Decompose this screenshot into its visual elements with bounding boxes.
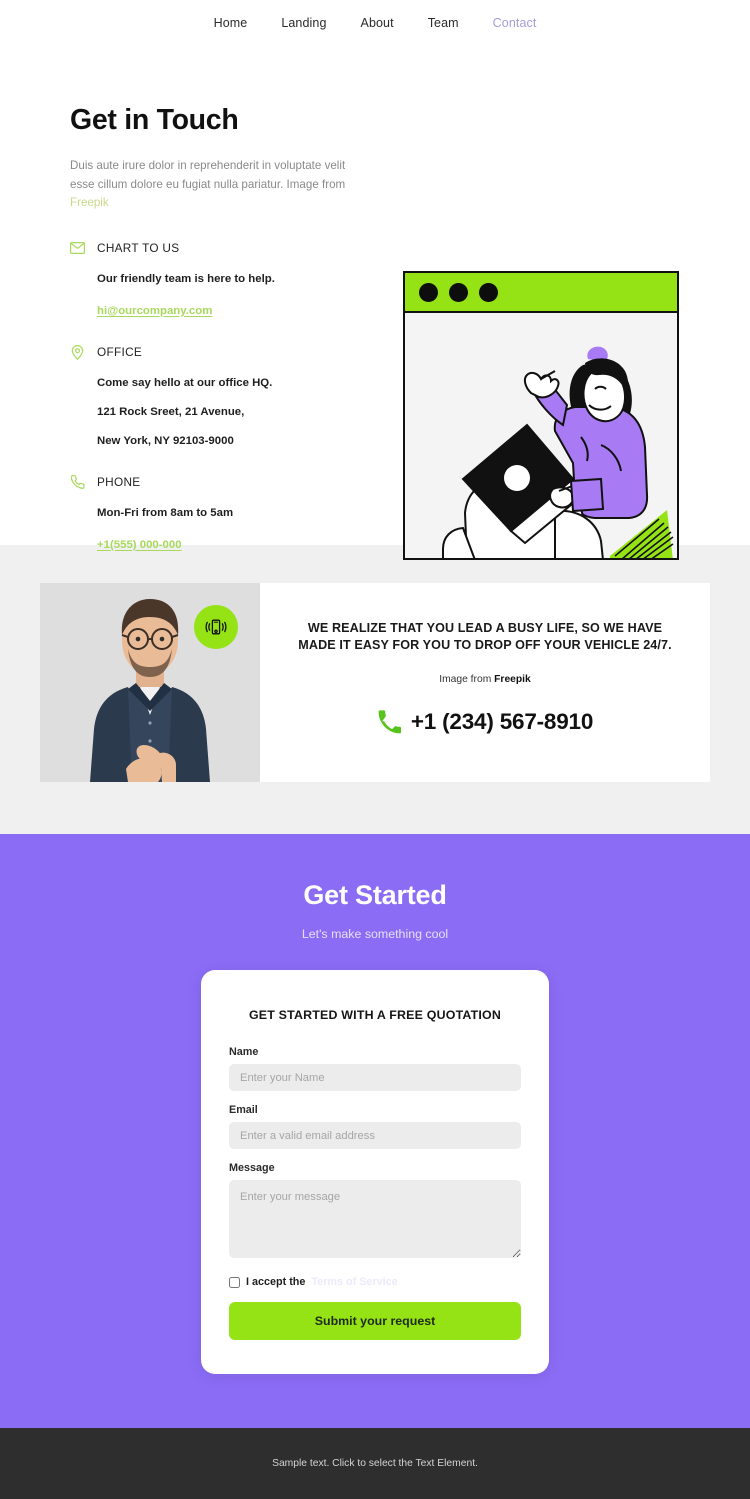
contact-body: Our friendly team is here to help. hi@ou… — [70, 272, 370, 319]
promo-section: WE REALIZE THAT YOU LEAD A BUSY LIFE, SO… — [0, 545, 750, 834]
form-title: GET STARTED WITH A FREE QUOTATION — [248, 1008, 502, 1022]
message-textarea[interactable] — [229, 1180, 521, 1258]
nav-item-home[interactable]: Home — [214, 16, 248, 30]
email-input[interactable] — [229, 1122, 521, 1149]
contact-item-phone: PHONE Mon-Fri from 8am to 5am +1(555) 00… — [70, 475, 370, 553]
vibrating-phone-icon — [205, 619, 227, 635]
promo-headline: WE REALIZE THAT YOU LEAD A BUSY LIFE, SO… — [298, 621, 672, 652]
map-pin-icon — [70, 344, 85, 360]
accept-terms-label: I accept the — [246, 1276, 306, 1288]
contact-body: Mon-Fri from 8am to 5am +1(555) 000-000 — [70, 506, 370, 553]
nav-item-team[interactable]: Team — [428, 16, 459, 30]
field-name: Name — [229, 1046, 521, 1091]
terms-acceptance-row: I accept the Terms of Service — [229, 1276, 521, 1288]
contact-list: CHART TO US Our friendly team is here to… — [70, 241, 370, 553]
promo-phone[interactable]: +1 (234) 567-8910 — [294, 709, 676, 735]
browser-title-bar — [405, 273, 677, 313]
contact-line: Come say hello at our office HQ. — [97, 376, 273, 389]
cta-subtitle: Let's make something cool — [301, 927, 449, 941]
contact-header: PHONE — [70, 475, 370, 490]
phone-link[interactable]: +1(555) 000-000 — [97, 539, 182, 551]
email-link[interactable]: hi@ourcompany.com — [97, 305, 212, 317]
promo-credit-source: Freepik — [494, 674, 531, 685]
hero-credit-link[interactable]: Freepik — [70, 196, 109, 209]
contact-body: Come say hello at our office HQ. 121 Roc… — [70, 376, 370, 449]
nav-item-contact[interactable]: Contact — [493, 16, 537, 30]
submit-request-button[interactable]: Submit your request — [229, 1302, 521, 1340]
contact-line: Mon-Fri from 8am to 5am — [97, 506, 234, 519]
vibrating-phone-badge — [194, 605, 238, 649]
contact-title: PHONE — [97, 475, 141, 489]
field-message: Message — [229, 1162, 521, 1263]
promo-credit: Image from Freepik — [294, 674, 676, 685]
contact-line: New York, NY 92103-9000 — [97, 434, 234, 447]
field-email: Email — [229, 1104, 521, 1149]
name-label: Name — [229, 1046, 259, 1058]
contact-header: CHART TO US — [70, 241, 370, 256]
contact-title: OFFICE — [97, 345, 143, 359]
phone-icon — [377, 710, 401, 734]
quotation-form-card: GET STARTED WITH A FREE QUOTATION Name E… — [201, 970, 549, 1374]
window-dot-icon — [479, 282, 498, 302]
contact-item-chat: CHART TO US Our friendly team is here to… — [70, 241, 370, 319]
envelope-icon — [70, 241, 85, 256]
email-label: Email — [229, 1104, 258, 1116]
promo-banner: WE REALIZE THAT YOU LEAD A BUSY LIFE, SO… — [40, 583, 710, 782]
nav-item-landing[interactable]: Landing — [281, 16, 326, 30]
page-footer: Sample text. Click to select the Text El… — [0, 1428, 750, 1499]
contact-header: OFFICE — [70, 344, 370, 360]
promo-credit-prefix: Image from — [439, 674, 495, 685]
page-title: Get in Touch — [70, 104, 239, 136]
window-dot-icon — [449, 282, 468, 302]
contact-line: 121 Rock Sreet, 21 Avenue, — [97, 405, 245, 418]
footer-sample-text[interactable]: Sample text. Click to select the Text El… — [272, 1458, 478, 1469]
main-navigation: Home Landing About Team Contact — [0, 0, 750, 46]
nav-item-about[interactable]: About — [361, 16, 394, 30]
hero-description: Duis aute irure dolor in reprehenderit i… — [70, 157, 370, 213]
hero-description-text: Duis aute irure dolor in reprehenderit i… — [70, 159, 346, 191]
hero-section: Get in Touch Duis aute irure dolor in re… — [0, 46, 750, 560]
person-with-laptop-drawing — [405, 313, 677, 558]
get-started-section: Get Started Let's make something cool GE… — [0, 834, 750, 1428]
promo-content: WE REALIZE THAT YOU LEAD A BUSY LIFE, SO… — [260, 583, 710, 782]
promo-photo — [40, 583, 260, 782]
hero-content: Get in Touch Duis aute irure dolor in re… — [70, 104, 370, 579]
illustration-canvas — [405, 313, 677, 558]
browser-window-illustration — [403, 271, 679, 560]
name-input[interactable] — [229, 1064, 521, 1091]
promo-phone-number: +1 (234) 567-8910 — [410, 709, 594, 734]
window-dot-icon — [419, 282, 438, 302]
accept-terms-checkbox[interactable] — [229, 1276, 240, 1288]
cta-title: Get Started — [303, 880, 447, 910]
contact-title: CHART TO US — [97, 241, 180, 255]
message-label: Message — [229, 1162, 275, 1174]
phone-icon — [70, 475, 85, 490]
contact-item-office: OFFICE Come say hello at our office HQ. … — [70, 344, 370, 449]
terms-of-service-link[interactable]: Terms of Service — [311, 1276, 397, 1288]
contact-line: Our friendly team is here to help. — [97, 272, 275, 285]
